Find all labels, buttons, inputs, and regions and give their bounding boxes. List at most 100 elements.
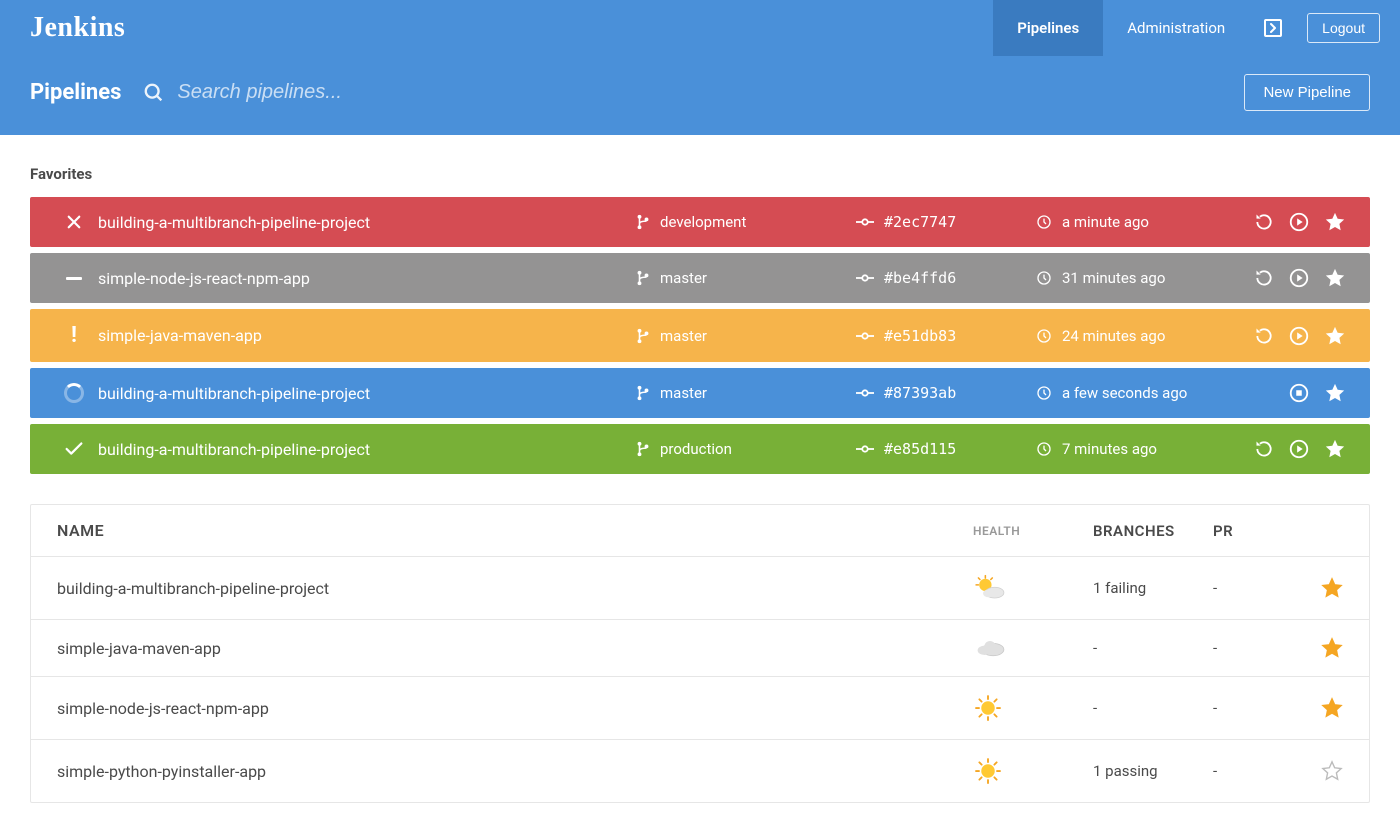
- time: a few seconds ago: [1036, 384, 1236, 402]
- rerun-button[interactable]: [1254, 439, 1274, 459]
- pipeline-table: NAME HEALTH BRANCHES PR building-a-multi…: [30, 504, 1370, 803]
- nav-administration[interactable]: Administration: [1103, 0, 1249, 56]
- play-button[interactable]: [1288, 267, 1310, 289]
- branch: master: [636, 384, 856, 402]
- time: 7 minutes ago: [1036, 440, 1236, 458]
- favorite-card[interactable]: !simple-java-maven-appmaster#e51db8324 m…: [30, 309, 1370, 362]
- header-health: HEALTH: [973, 524, 1093, 538]
- commit: #87393ab: [856, 384, 1036, 402]
- pipeline-name: simple-python-pyinstaller-app: [57, 762, 973, 781]
- time: 31 minutes ago: [1036, 269, 1236, 287]
- favorite-star-icon[interactable]: [1324, 267, 1346, 289]
- favorite-star-icon[interactable]: [1324, 382, 1346, 404]
- commit: #2ec7747: [856, 213, 1036, 231]
- search-wrap: [143, 81, 1244, 104]
- subheader: Pipelines New Pipeline: [0, 56, 1400, 135]
- table-row[interactable]: building-a-multibranch-pipeline-project 1…: [31, 557, 1369, 620]
- branch: production: [636, 440, 856, 458]
- play-button[interactable]: [1288, 211, 1310, 233]
- brand-logo: Jenkins: [30, 12, 125, 44]
- rerun-button[interactable]: [1254, 326, 1274, 346]
- favorite-card[interactable]: building-a-multibranch-pipeline-projectd…: [30, 197, 1370, 247]
- table-row[interactable]: simple-java-maven-app --: [31, 620, 1369, 677]
- pipeline-name: building-a-multibranch-pipeline-project: [94, 213, 636, 232]
- play-button[interactable]: [1288, 325, 1310, 347]
- search-input[interactable]: [177, 81, 577, 104]
- rerun-button[interactable]: [1254, 268, 1274, 288]
- health-icon: [973, 693, 1093, 723]
- nav-pipelines[interactable]: Pipelines: [993, 0, 1103, 56]
- clock-icon: [1036, 328, 1052, 344]
- pr-value: -: [1213, 579, 1313, 597]
- pipeline-name: simple-java-maven-app: [94, 326, 636, 345]
- header-branches: BRANCHES: [1093, 522, 1213, 540]
- commit: #be4ffd6: [856, 269, 1036, 287]
- table-header: NAME HEALTH BRANCHES PR: [31, 505, 1369, 557]
- table-row[interactable]: simple-node-js-react-npm-app --: [31, 677, 1369, 740]
- branch-icon: [636, 269, 650, 287]
- branch: master: [636, 327, 856, 345]
- commit-icon: [856, 444, 874, 454]
- commit-icon: [856, 273, 874, 283]
- favorite-star-icon[interactable]: [1324, 325, 1346, 347]
- favorite-star-icon[interactable]: [1321, 760, 1343, 782]
- time: a minute ago: [1036, 213, 1236, 231]
- status-icon: [54, 213, 94, 231]
- pipeline-name: building-a-multibranch-pipeline-project: [94, 384, 636, 403]
- clock-icon: [1036, 385, 1052, 401]
- table-row[interactable]: simple-python-pyinstaller-app 1 passing-: [31, 740, 1369, 802]
- stop-button[interactable]: [1288, 382, 1310, 404]
- pipeline-name: simple-java-maven-app: [57, 639, 973, 658]
- health-icon: [973, 573, 1093, 603]
- favorite-card[interactable]: building-a-multibranch-pipeline-projectm…: [30, 368, 1370, 418]
- branches-value: 1 passing: [1093, 762, 1213, 780]
- pr-value: -: [1213, 639, 1313, 657]
- branch: master: [636, 269, 856, 287]
- favorite-star-icon[interactable]: [1321, 637, 1343, 659]
- favorite-star-icon[interactable]: [1321, 577, 1343, 599]
- topbar: Jenkins Pipelines Administration Logout: [0, 0, 1400, 56]
- exit-icon[interactable]: [1249, 0, 1297, 56]
- pipeline-name: simple-node-js-react-npm-app: [94, 269, 636, 288]
- favorite-star-icon[interactable]: [1321, 697, 1343, 719]
- time: 24 minutes ago: [1036, 327, 1236, 345]
- page-title: Pipelines: [30, 80, 121, 105]
- rerun-button[interactable]: [1254, 212, 1274, 232]
- clock-icon: [1036, 270, 1052, 286]
- commit-icon: [856, 217, 874, 227]
- pipeline-name: building-a-multibranch-pipeline-project: [94, 440, 636, 459]
- branches-value: 1 failing: [1093, 579, 1213, 597]
- favorite-star-icon[interactable]: [1324, 211, 1346, 233]
- commit-icon: [856, 331, 874, 341]
- pipeline-name: building-a-multibranch-pipeline-project: [57, 579, 973, 598]
- new-pipeline-button[interactable]: New Pipeline: [1244, 74, 1370, 111]
- favorite-star-icon[interactable]: [1324, 438, 1346, 460]
- commit-icon: [856, 388, 874, 398]
- health-icon: [973, 636, 1093, 660]
- branch-icon: [636, 213, 650, 231]
- favorites-section-title: Favorites: [30, 165, 1370, 183]
- favorite-card[interactable]: building-a-multibranch-pipeline-projectp…: [30, 424, 1370, 474]
- status-icon: !: [54, 323, 94, 348]
- commit: #e85d115: [856, 440, 1036, 458]
- pr-value: -: [1213, 699, 1313, 717]
- status-icon: [54, 383, 94, 403]
- branches-value: -: [1093, 699, 1213, 717]
- pipeline-name: simple-node-js-react-npm-app: [57, 699, 973, 718]
- status-icon: [54, 438, 94, 460]
- branch: development: [636, 213, 856, 231]
- favorites-list: building-a-multibranch-pipeline-projectd…: [30, 197, 1370, 474]
- clock-icon: [1036, 214, 1052, 230]
- branches-value: -: [1093, 639, 1213, 657]
- health-icon: [973, 756, 1093, 786]
- logout-button[interactable]: Logout: [1307, 13, 1380, 43]
- header-pr: PR: [1213, 522, 1313, 540]
- clock-icon: [1036, 441, 1052, 457]
- play-button[interactable]: [1288, 438, 1310, 460]
- branch-icon: [636, 440, 650, 458]
- status-icon: [54, 277, 94, 280]
- pr-value: -: [1213, 762, 1313, 780]
- favorite-card[interactable]: simple-node-js-react-npm-appmaster#be4ff…: [30, 253, 1370, 303]
- header-name: NAME: [57, 521, 973, 540]
- branch-icon: [636, 327, 650, 345]
